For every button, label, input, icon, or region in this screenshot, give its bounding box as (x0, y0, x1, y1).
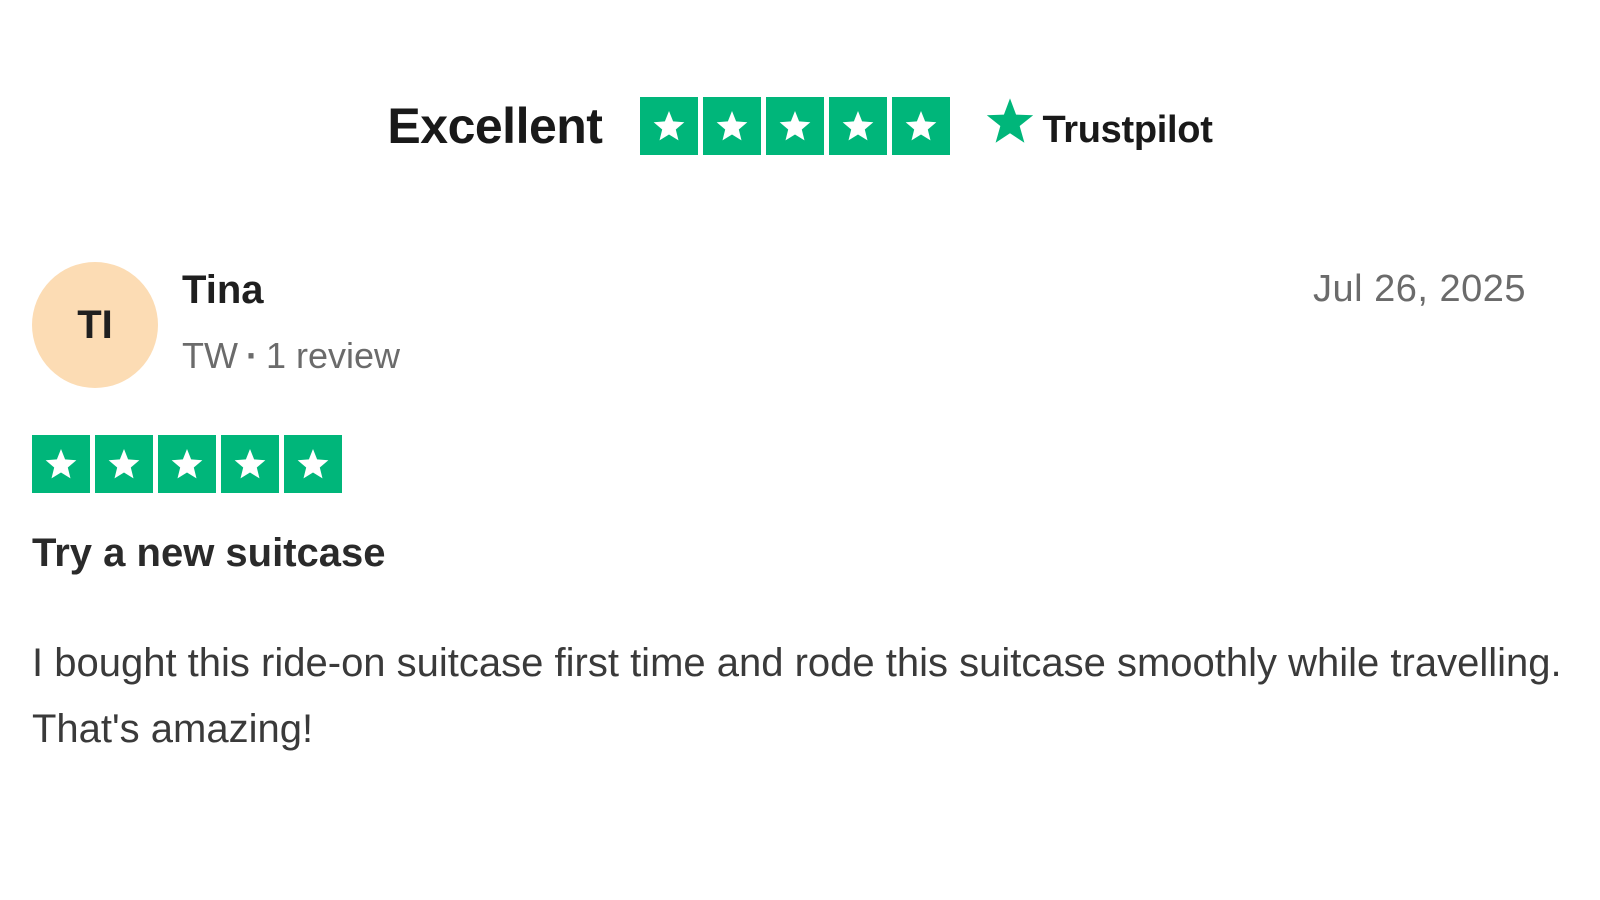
review-widget: Excellent Trustpilot TI Tina TW · 1 revi… (0, 0, 1600, 900)
reviewer-country: TW (182, 335, 238, 376)
star-icon (284, 435, 342, 493)
star-icon (829, 97, 888, 155)
trustpilot-logo[interactable]: Trustpilot (982, 97, 1213, 155)
reviewer-meta: TW · 1 review (182, 334, 400, 378)
star-icon (892, 97, 951, 155)
review-date: Jul 26, 2025 (1312, 268, 1526, 310)
rating-summary: Excellent Trustpilot (0, 96, 1600, 156)
review-star-rating (32, 435, 342, 493)
trustpilot-star-icon (987, 98, 1034, 143)
avatar: TI (32, 262, 158, 388)
star-icon (640, 97, 699, 155)
star-icon (95, 435, 153, 493)
star-icon (32, 435, 90, 493)
reviewer-name[interactable]: Tina (182, 266, 264, 314)
star-icon (221, 435, 279, 493)
reviewer-review-count: 1 review (265, 335, 401, 376)
star-icon (766, 97, 825, 155)
review-title[interactable]: Try a new suitcase (32, 528, 386, 578)
star-icon (158, 435, 216, 493)
summary-star-rating (640, 97, 951, 155)
review-body: I bought this ride-on suitcase first tim… (32, 641, 1562, 751)
separator-dot: · (245, 335, 258, 376)
star-icon (703, 97, 762, 155)
rating-summary-label: Excellent (387, 98, 603, 154)
trustpilot-wordmark: Trustpilot (1042, 109, 1213, 151)
